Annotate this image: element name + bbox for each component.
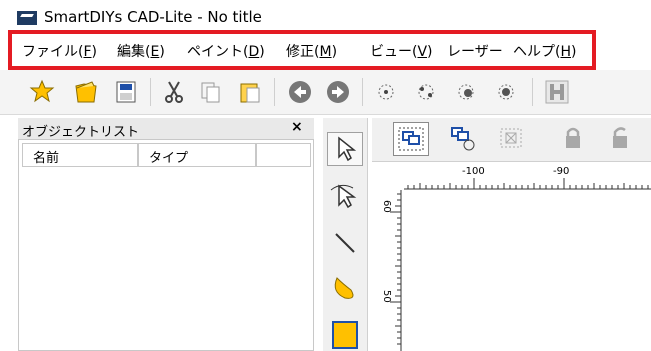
node-edit-icon[interactable] [327,180,363,214]
line-tool-icon[interactable] [327,226,363,260]
menu-laser[interactable]: レーザー [447,41,503,61]
ruler-label-minus-100: -100 [462,166,485,177]
horizontal-ruler [404,170,651,190]
save-icon[interactable] [112,78,140,106]
freeform-tool-icon[interactable] [327,272,363,306]
open-icon[interactable] [72,78,100,106]
ruler-label-minus-90: -90 [553,166,570,177]
point-delete-icon[interactable] [492,78,520,106]
app-logo-icon [17,11,37,25]
menu-paint[interactable]: ペイント(D) [187,41,265,61]
toolbar-separator [532,78,533,106]
lock-icon[interactable] [556,122,592,156]
toolbar-separator [274,78,275,106]
drawing-canvas[interactable] [372,162,651,351]
group-rotate-icon[interactable] [446,122,482,156]
vertical-ruler [380,190,402,351]
ungroup-icon[interactable] [494,122,530,156]
panel-close-button[interactable]: × [291,119,303,135]
rectangle-tool-icon[interactable] [327,318,363,351]
window-title: SmartDIYs CAD-Lite - No title [44,8,262,26]
copy-icon[interactable] [197,78,225,106]
unlock-icon[interactable] [603,122,639,156]
object-list-title: オブジェクトリスト [22,125,140,140]
paste-icon[interactable] [236,78,264,106]
menu-edit[interactable]: 編集(E) [117,41,165,61]
column-header-empty [256,143,311,167]
toolbar-separator [150,78,151,106]
select-arrow-icon[interactable] [327,132,363,166]
group-select-icon[interactable] [393,122,429,156]
redo-icon[interactable] [324,78,352,106]
ruler-label-60: 60 [381,200,392,213]
ruler-label-50: 50 [381,290,392,303]
h-icon[interactable] [543,78,571,106]
menu-modify[interactable]: 修正(M) [286,41,337,61]
point-icon[interactable] [372,78,400,106]
cut-icon[interactable] [160,78,188,106]
column-header-type[interactable]: タイプ [138,143,256,167]
toolbar-separator [362,78,363,106]
menu-help[interactable]: ヘルプ(H) [513,41,576,61]
menu-file[interactable]: ファイル(F) [22,41,97,61]
point-select-icon[interactable] [412,78,440,106]
new-icon[interactable] [28,78,56,106]
undo-icon[interactable] [286,78,314,106]
menu-view[interactable]: ビュー(V) [370,41,433,61]
point-move-icon[interactable] [452,78,480,106]
column-header-name[interactable]: 名前 [22,143,138,167]
